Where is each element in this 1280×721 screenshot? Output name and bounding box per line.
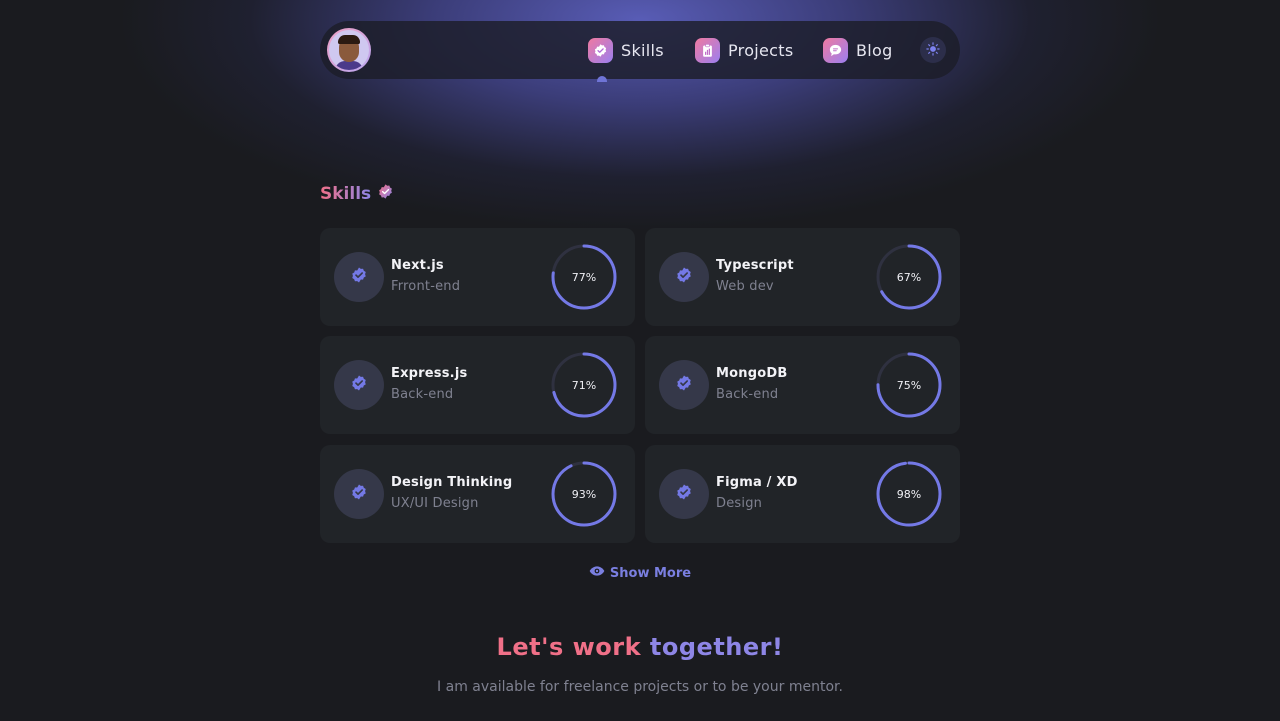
skill-name: Design Thinking — [391, 475, 513, 490]
skill-card: MongoDB Back-end 75% — [645, 336, 960, 434]
eye-icon — [589, 565, 605, 581]
cta-title-part2: together! — [649, 633, 784, 661]
skill-badge — [334, 360, 384, 410]
cta-title: Let's work together! — [320, 633, 960, 661]
skill-badge — [334, 469, 384, 519]
nav-item-skills[interactable]: Skills — [588, 37, 664, 63]
avatar-image — [329, 30, 369, 70]
skill-name: Next.js — [391, 258, 444, 273]
skill-name: Express.js — [391, 366, 468, 381]
skill-category: Back-end — [716, 387, 779, 402]
skill-name: Figma / XD — [716, 475, 798, 490]
cta-title-part1: Let's work — [496, 633, 642, 661]
section-title-text: Skills — [320, 184, 372, 204]
chat-bubble-icon — [823, 37, 848, 63]
show-more-button[interactable]: Show More — [320, 565, 960, 581]
verified-badge-icon — [675, 483, 693, 505]
skill-name: Typescript — [716, 258, 794, 273]
skill-badge — [659, 469, 709, 519]
skill-category: Back-end — [391, 387, 454, 402]
verified-badge-icon — [350, 374, 368, 396]
progress-percent: 71% — [571, 378, 597, 392]
verified-badge-icon — [377, 183, 394, 205]
active-nav-indicator — [597, 76, 607, 82]
nav-item-label: Blog — [856, 40, 893, 60]
nav-item-blog[interactable]: Blog — [823, 37, 893, 63]
skill-card: Express.js Back-end 71% — [320, 336, 635, 434]
top-nav: Skills Projects Blog — [320, 21, 960, 82]
nav-item-label: Skills — [621, 40, 664, 60]
skill-card: Figma / XD Design 98% — [645, 445, 960, 543]
skill-badge — [659, 252, 709, 302]
verified-badge-icon — [350, 483, 368, 505]
skill-category: Frront-end — [391, 279, 461, 294]
verified-badge-icon — [675, 266, 693, 288]
nav-item-projects[interactable]: Projects — [695, 37, 793, 63]
theme-toggle-button[interactable] — [920, 37, 946, 63]
verified-badge-icon — [588, 37, 613, 63]
progress-percent: 77% — [571, 270, 597, 284]
progress-percent: 67% — [896, 270, 922, 284]
avatar[interactable] — [327, 28, 371, 72]
cta-subtitle: I am available for freelance projects or… — [437, 679, 843, 695]
progress-percent: 98% — [896, 487, 922, 501]
skill-card: Design Thinking UX/UI Design 93% — [320, 445, 635, 543]
skill-card: Typescript Web dev 67% — [645, 228, 960, 326]
nav-item-label: Projects — [728, 40, 794, 60]
skill-category: Web dev — [716, 279, 774, 294]
sun-icon — [926, 41, 940, 60]
clipboard-chart-icon — [695, 37, 720, 63]
skill-name: MongoDB — [716, 366, 788, 381]
verified-badge-icon — [675, 374, 693, 396]
show-more-label: Show More — [609, 565, 692, 581]
skill-category: Design — [716, 496, 763, 511]
skill-category: UX/UI Design — [391, 496, 479, 511]
progress-percent: 75% — [896, 378, 922, 392]
skill-card: Next.js Frront-end 77% — [320, 228, 635, 326]
skill-badge — [334, 252, 384, 302]
progress-percent: 93% — [571, 487, 597, 501]
verified-badge-icon — [350, 266, 368, 288]
skill-badge — [659, 360, 709, 410]
skills-section-title: Skills — [320, 183, 394, 205]
